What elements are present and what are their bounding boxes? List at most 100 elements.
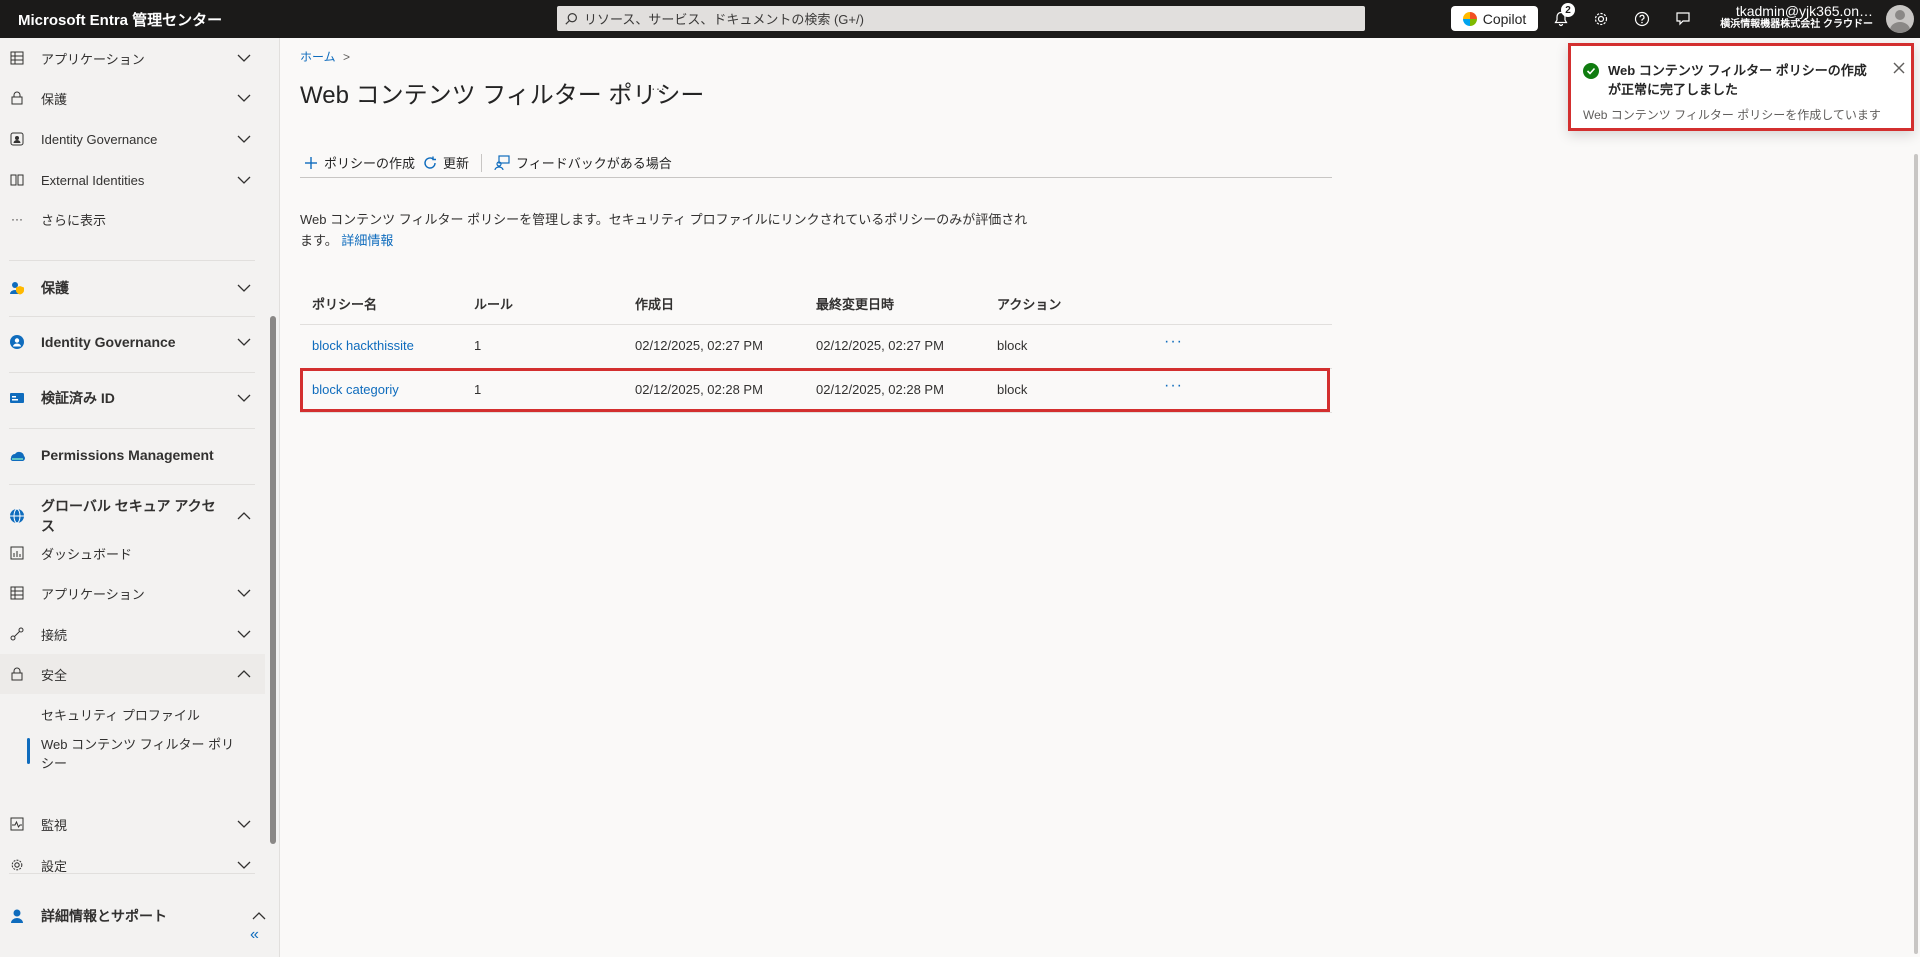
sidebar-item-label: 接続 [41,627,68,643]
main-scrollbar[interactable] [1911,136,1920,957]
sidebar-item-label: さらに表示 [41,212,107,228]
sidebar-section-permissions-management[interactable]: Permissions Management [0,437,265,473]
divider [9,316,255,317]
notifications-button[interactable]: 2 [1551,3,1575,29]
success-check-icon [1583,63,1599,79]
refresh-button[interactable]: 更新 [419,150,473,176]
policy-name-link[interactable]: block categoriy [312,382,399,397]
command-bar: ポリシーの作成 更新 フィードバックがある場合 [300,148,1332,178]
sidebar-item-label: External Identities [41,172,145,188]
avatar[interactable] [1886,5,1914,33]
row-more-button[interactable]: ··· [1164,333,1183,351]
policy-rules: 1 [474,338,482,353]
sidebar-item-dashboard[interactable]: ダッシュボード [0,538,265,568]
sidebar-item-protection[interactable]: 保護 [0,83,265,113]
close-icon[interactable] [1891,60,1907,76]
sidebar-item-label: ダッシュボード [41,546,133,562]
page-description: Web コンテンツ フィルター ポリシーを管理します。セキュリティ プロファイル… [300,209,1040,251]
column-header-modified[interactable]: 最終変更日時 [816,294,894,313]
monitor-icon [9,816,25,832]
create-policy-button[interactable]: ポリシーの作成 [300,150,419,176]
page-more-button[interactable]: ··· [651,80,665,96]
globe-icon [9,508,25,524]
chevron-down-icon [237,589,251,597]
sidebar-section-verified-id[interactable]: 検証済み ID [0,380,265,416]
sidebar-item-label: アプリケーション [41,51,145,67]
sidebar-item-external-identities[interactable]: External Identities [0,165,265,195]
table-header: ポリシー名 ルール 作成日 最終変更日時 アクション [300,285,1332,325]
connect-icon [9,626,25,642]
chevron-down-icon [237,135,251,143]
column-header-action[interactable]: アクション [997,294,1061,313]
sidebar-section-label: 詳細情報とサポート [41,908,167,924]
sidebar-item-security[interactable]: 安全 [0,654,265,694]
settings-icon [9,857,25,873]
toast-title: Web コンテンツ フィルター ポリシーの作成が正常に完了しました [1608,63,1867,97]
chevron-down-icon [237,630,251,638]
sidebar-scrollbar[interactable] [270,316,276,844]
brand-title[interactable]: Microsoft Entra 管理センター [18,9,558,30]
refresh-icon [424,156,437,169]
divider [9,873,255,874]
sidebar-item-show-more[interactable]: ··· さらに表示 [0,204,265,234]
sidebar-subitem-web-content-filter[interactable]: Web コンテンツ フィルター ポリシー [41,735,241,773]
sidebar-item-applications[interactable]: アプリケーション [0,43,265,73]
chevron-up-icon [252,912,266,920]
identity-governance-icon [9,334,25,350]
sidebar-item-monitor[interactable]: 監視 [0,809,265,839]
chevron-down-icon [237,820,251,828]
help-button[interactable] [1632,9,1652,29]
sidebar-item-label: 設定 [41,858,68,874]
policy-name-link[interactable]: block hackthissite [312,338,414,353]
sidebar-section-identity-governance[interactable]: Identity Governance [0,324,265,360]
collapse-sidebar-button[interactable]: « [250,926,259,944]
create-policy-label: ポリシーの作成 [324,156,416,171]
divider [481,153,483,172]
copilot-button[interactable]: Copilot [1451,6,1538,31]
policy-action: block [997,382,1028,397]
sidebar-subitem-security-profiles[interactable]: セキュリティ プロファイル [41,705,200,724]
sidebar-item-label: 監視 [41,817,68,833]
sidebar-section-help[interactable]: 詳細情報とサポート [0,898,280,934]
chevron-down-icon [237,338,251,346]
scrollbar-thumb[interactable] [1914,154,1918,954]
support-icon [9,908,25,924]
table-row[interactable]: block categoriy 1 02/12/2025, 02:28 PM 0… [300,369,1332,413]
page-title: Web コンテンツ フィルター ポリシー [300,82,705,109]
sidebar-section-label: Permissions Management [41,447,214,463]
column-header-created[interactable]: 作成日 [635,294,674,313]
sidebar-item-connect[interactable]: 接続 [0,619,265,649]
row-more-button[interactable]: ··· [1164,377,1183,395]
divider [9,428,255,429]
feedback-command-button[interactable]: フィードバックがある場合 [490,150,676,176]
sidebar: アプリケーション 保護 Identity Governance External… [0,38,280,957]
breadcrumb: ホーム > [300,48,350,65]
column-header-rules[interactable]: ルール [474,294,513,313]
breadcrumb-home[interactable]: ホーム [300,50,336,64]
copilot-icon [1462,11,1477,26]
search-box[interactable]: リソース、サービス、ドキュメントの検索 (G+/) [557,6,1365,31]
divider [9,484,255,485]
sidebar-section-protection[interactable]: 保護 [0,270,265,306]
chevron-down-icon [237,176,251,184]
sidebar-item-settings[interactable]: 設定 [0,850,265,880]
account-org: 横浜情報機器株式会社 クラウドー [1720,19,1873,31]
sidebar-item-label: アプリケーション [41,586,145,602]
sidebar-section-label: 検証済み ID [41,390,115,406]
sidebar-item-label: 保護 [41,91,68,107]
success-toast: Web コンテンツ フィルター ポリシーの作成が正常に完了しました Web コン… [1568,43,1914,131]
sidebar-item-identity-governance[interactable]: Identity Governance [0,124,265,154]
notification-badge: 2 [1561,3,1575,17]
chevron-down-icon [237,861,251,869]
id-governance-icon [9,131,25,147]
divider [9,372,255,373]
table-row[interactable]: block hackthissite 1 02/12/2025, 02:27 P… [300,325,1332,369]
sidebar-item-gsa-applications[interactable]: アプリケーション [0,578,265,608]
chevron-down-icon [237,284,251,292]
sidebar-section-global-secure-access[interactable]: グローバル セキュア アクセス [0,490,265,542]
help-icon [1634,11,1650,27]
column-header-name[interactable]: ポリシー名 [312,294,377,313]
learn-more-link[interactable]: 詳細情報 [341,233,393,248]
settings-button[interactable] [1591,9,1611,29]
account-info[interactable]: tkadmin@yjk365.on… 横浜情報機器株式会社 クラウドー [1688,3,1873,31]
